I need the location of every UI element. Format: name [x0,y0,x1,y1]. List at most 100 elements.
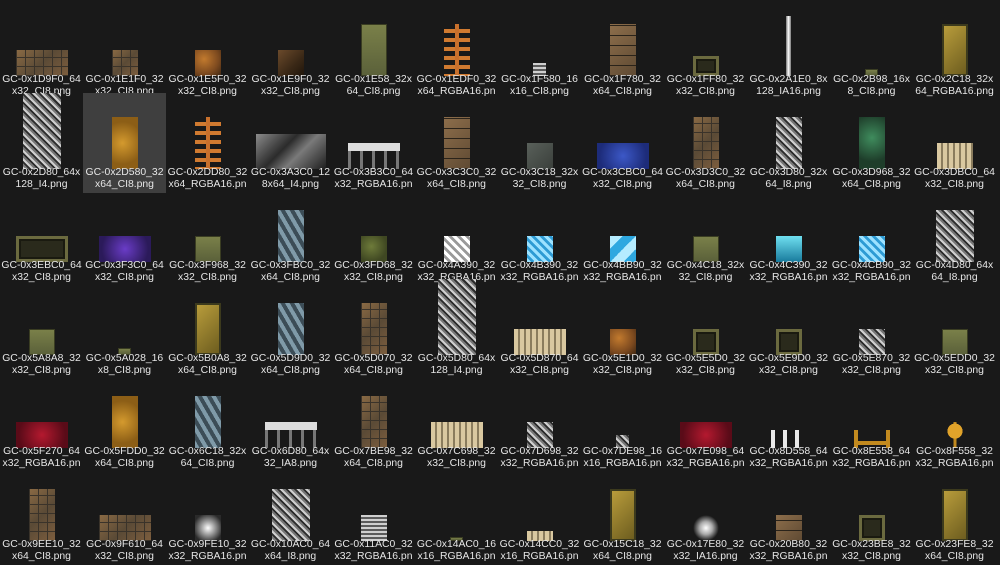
file-item[interactable]: GC-0x4B390_32x32_RGBA16.png [498,186,581,286]
file-item[interactable]: GC-0x1F780_32x64_CI8.png [581,0,664,100]
file-item[interactable]: GC-0x1FF80_32x32_CI8.png [664,0,747,100]
texture-preview [692,236,719,262]
file-item[interactable]: GC-0x5EDD0_32x32_CI8.png [913,279,996,379]
file-item[interactable]: GC-0x7BE98_32x64_CI8.png [332,372,415,472]
file-thumbnail [747,186,830,262]
file-thumbnail [249,372,332,448]
file-item[interactable]: GC-0x4CB90_32x32_RGBA16.png [830,186,913,286]
file-item[interactable]: GC-0x6D80_64x32_IA8.png [249,372,332,472]
file-name: GC-0x9FE10_32x32_RGBA16.png [168,539,247,565]
texture-preview [277,303,304,355]
texture-preview [194,515,221,541]
file-item[interactable]: GC-0x7E098_64x32_RGBA16.png [664,372,747,472]
file-item[interactable]: GC-0x5B0A8_32x64_CI8.png [166,279,249,379]
file-item[interactable]: GC-0x23BE8_32x32_CI8.png [830,465,913,565]
texture-preview [347,143,400,169]
file-thumbnail [830,0,913,76]
file-item[interactable]: GC-0x1E5F0_32x32_CI8.png [166,0,249,100]
file-item[interactable]: GC-0x3B3C0_64x32_RGBA16.png [332,93,415,193]
texture-preview [786,16,791,76]
file-item[interactable]: GC-0x14AC0_16x16_RGBA16.png [415,465,498,565]
file-thumbnail [581,186,664,262]
file-item[interactable]: GC-0x5D070_32x64_CI8.png [332,279,415,379]
file-thumbnail [830,93,913,169]
file-item[interactable]: GC-0x5E5D0_32x32_CI8.png [664,279,747,379]
file-item[interactable]: GC-0x3FBC0_32x64_CI8.png [249,186,332,286]
file-item[interactable]: GC-0x5E870_32x32_CI8.png [830,279,913,379]
file-item[interactable]: GC-0x5D9D0_32x64_CI8.png [249,279,332,379]
file-item[interactable]: GC-0x2A1E0_8x128_IA16.png [747,0,830,100]
file-item[interactable]: GC-0x3D80_32x64_I8.png [747,93,830,193]
file-item[interactable]: GC-0x14CC0_32x16_RGBA16.png [498,465,581,565]
file-item[interactable]: GC-0x3CBC0_64x32_CI8.png [581,93,664,193]
file-item[interactable]: GC-0x5FDD0_32x64_CI8.png [83,372,166,472]
file-item[interactable]: GC-0x2D580_32x64_CI8.png [83,93,166,193]
file-item[interactable]: GC-0x3A3C0_128x64_I4.png [249,93,332,193]
texture-preview [15,236,68,262]
file-item[interactable]: GC-0x5E9D0_32x32_CI8.png [747,279,830,379]
file-name: GC-0x10AC0_64x64_I8.png [250,539,331,562]
file-item[interactable]: GC-0x4C18_32x32_CI8.png [664,186,747,286]
file-thumbnail [166,465,249,541]
file-item[interactable]: GC-0x5D80_64x128_I4.png [415,279,498,379]
file-item[interactable]: GC-0x3FD68_32x32_CI8.png [332,186,415,286]
file-item[interactable]: GC-0x2C18_32x64_RGBA16.png [913,0,996,100]
texture-preview [609,329,636,355]
file-item[interactable]: GC-0x20B80_32x32_RGBA16.png [747,465,830,565]
texture-preview [111,50,138,76]
file-item[interactable]: GC-0x9EE10_32x64_CI8.png [0,465,83,565]
file-item[interactable]: GC-0x7D698_32x32_RGBA16.png [498,372,581,472]
file-item[interactable]: GC-0x3C3C0_32x64_CI8.png [415,93,498,193]
file-item[interactable]: GC-0x1D9F0_64x32_CI8.png [0,0,83,100]
file-item[interactable]: GC-0x8E558_64x32_RGBA16.png [830,372,913,472]
file-item[interactable]: GC-0x5F270_64x32_RGBA16.png [0,372,83,472]
file-item[interactable]: GC-0x7C698_32x32_CI8.png [415,372,498,472]
file-item[interactable]: GC-0x7DE98_16x16_RGBA16.png [581,372,664,472]
file-item[interactable]: GC-0x23FE8_32x64_CI8.png [913,465,996,565]
file-item[interactable]: GC-0x5A028_16x8_CI8.png [83,279,166,379]
file-item[interactable]: GC-0x3EBC0_64x32_CI8.png [0,186,83,286]
texture-preview [775,515,802,541]
file-item[interactable]: GC-0x1E1F0_32x32_CI8.png [83,0,166,100]
texture-preview [692,117,719,169]
file-item[interactable]: GC-0x2D80_64x128_I4.png [0,93,83,193]
texture-preview [15,422,68,448]
file-item[interactable]: GC-0x3DBC0_64x32_CI8.png [913,93,996,193]
file-item[interactable]: GC-0x8F558_32x32_RGBA16.png [913,372,996,472]
file-item[interactable]: GC-0x3F968_32x32_CI8.png [166,186,249,286]
file-item[interactable]: GC-0x1F580_16x16_CI8.png [498,0,581,100]
file-item[interactable]: GC-0x3F3C0_64x32_CI8.png [83,186,166,286]
file-name: GC-0x23BE8_32x32_CI8.png [832,539,911,562]
file-item[interactable]: GC-0x6C18_32x64_CI8.png [166,372,249,472]
file-item[interactable]: GC-0x5A8A8_32x32_CI8.png [0,279,83,379]
file-item[interactable]: GC-0x8D558_64x32_RGBA16.png [747,372,830,472]
file-item[interactable]: GC-0x4C390_32x32_RGBA16.png [747,186,830,286]
file-item[interactable]: GC-0x5D870_64x32_CI8.png [498,279,581,379]
file-item[interactable]: GC-0x11AC0_32x32_RGBA16.png [332,465,415,565]
file-item[interactable]: GC-0x4BB90_32x32_RGBA16.png [581,186,664,286]
file-item[interactable]: GC-0x4A390_32x32_RGBA16.png [415,186,498,286]
file-thumbnail [498,465,581,541]
file-item[interactable]: GC-0x1EDF0_32x64_RGBA16.png [415,0,498,100]
file-item[interactable]: GC-0x4D80_64x64_I8.png [913,186,996,286]
texture-preview [194,50,221,76]
file-item[interactable]: GC-0x5E1D0_32x32_CI8.png [581,279,664,379]
file-thumbnail [415,0,498,76]
file-item[interactable]: GC-0x10AC0_64x64_I8.png [249,465,332,565]
file-item[interactable]: GC-0x2B98_16x8_CI8.png [830,0,913,100]
file-thumbnail [0,186,83,262]
file-item[interactable]: GC-0x2DD80_32x64_RGBA16.png [166,93,249,193]
texture-preview [194,396,221,448]
file-item[interactable]: GC-0x17E80_32x32_IA16.png [664,465,747,565]
file-item[interactable]: GC-0x1E58_32x64_CI8.png [332,0,415,100]
file-item[interactable]: GC-0x3D968_32x64_CI8.png [830,93,913,193]
file-item[interactable]: GC-0x3D3C0_32x64_CI8.png [664,93,747,193]
file-item[interactable]: GC-0x3C18_32x32_CI8.png [498,93,581,193]
file-item[interactable]: GC-0x9F610_64x32_CI8.png [83,465,166,565]
file-item[interactable]: GC-0x1E9F0_32x32_CI8.png [249,0,332,100]
file-thumbnail [498,372,581,448]
file-item[interactable]: GC-0x9FE10_32x32_RGBA16.png [166,465,249,565]
file-name: GC-0x14AC0_16x16_RGBA16.png [416,539,497,565]
file-item[interactable]: GC-0x15C18_32x64_CI8.png [581,465,664,565]
file-thumbnail [664,465,747,541]
